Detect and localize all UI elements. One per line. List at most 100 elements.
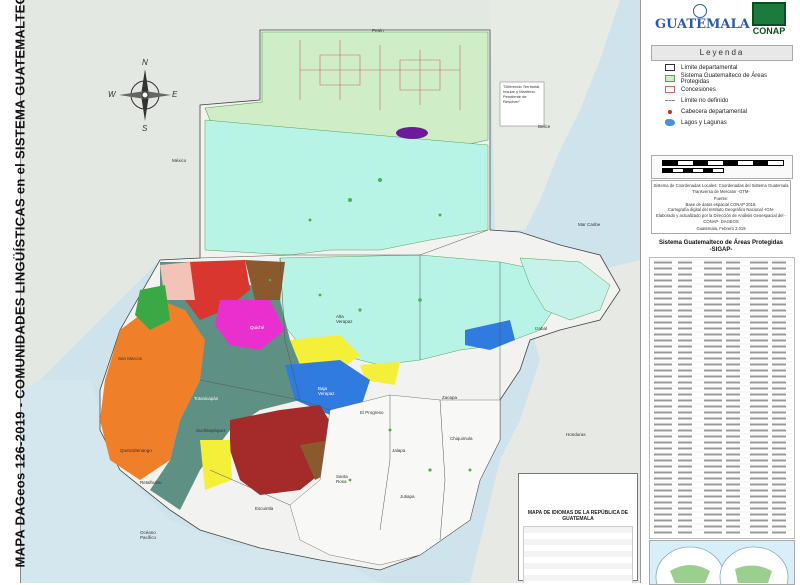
table-cell-text [750, 405, 768, 408]
table-cell-text [704, 495, 722, 498]
table-cell-text [726, 291, 740, 294]
table-cell-text [654, 531, 672, 534]
table-cell-text [704, 423, 722, 426]
source-line5: Elaborado y actualizado por la Dirección… [656, 212, 786, 224]
table-cell-text [750, 477, 768, 480]
table-cell-text [704, 363, 722, 366]
table-cell-text [654, 435, 672, 438]
table-cell-text [772, 405, 786, 408]
table-cell-text [726, 519, 740, 522]
table-cell-text [704, 405, 722, 408]
legend-swatch [665, 86, 675, 93]
table-cell-text [750, 423, 768, 426]
table-cell-text [678, 339, 692, 342]
table-cell-text [654, 279, 672, 282]
table-cell-text [726, 531, 740, 534]
sigap-title-line: Sistema Guatemalteco de Áreas Protegidas [658, 240, 784, 246]
table-cell-text [772, 525, 786, 528]
table-cell-text [678, 471, 692, 474]
table-cell-text [750, 495, 768, 498]
table-cell-text [726, 459, 740, 462]
table-cell-text [654, 345, 672, 348]
table-cell-text [772, 363, 786, 366]
table-cell-text [704, 303, 722, 306]
label-retalhuleu: Retalhuleu [140, 480, 162, 485]
legend-item: Cabecera departamental [651, 106, 791, 117]
table-cell-text [678, 399, 692, 402]
table-cell-text [704, 315, 722, 318]
table-cell-text [772, 483, 786, 486]
table-cell-text [678, 393, 692, 396]
table-cell-text [750, 489, 768, 492]
table-cell-text [726, 369, 740, 372]
label-chiquimula: Chiquimula [450, 436, 473, 441]
table-cell-text [654, 261, 672, 264]
legend-label: Sistema Guatemalteco de Áreas Protegidas [680, 72, 767, 85]
table-cell-text [750, 501, 768, 504]
table-cell-text [704, 297, 722, 300]
table-cell-text [704, 459, 722, 462]
table-cell-text [678, 477, 692, 480]
source-line6: Guatemala, Febrero 2,019 [696, 226, 746, 232]
table-cell-text [750, 399, 768, 402]
inset-title: MAPA DE IDIOMAS DE LA REPÚBLICA DE GUATE… [527, 510, 629, 522]
table-cell-text [704, 345, 722, 348]
table-cell-text [772, 519, 786, 522]
legend-label: Lagos y Lagunas [681, 119, 727, 126]
table-cell-text [704, 333, 722, 336]
table-cell-text [772, 489, 786, 492]
table-cell-text [726, 507, 740, 510]
table-cell-text [704, 435, 722, 438]
table-cell-text [772, 477, 786, 480]
table-cell-text [704, 399, 722, 402]
label-totonicapan: Totonicapán [194, 396, 219, 401]
table-cell-text [726, 303, 740, 306]
table-cell-text [654, 297, 672, 300]
table-cell-text [750, 351, 768, 354]
table-cell-text [750, 411, 768, 414]
table-cell-text [704, 417, 722, 420]
table-cell-text [726, 453, 740, 456]
table-cell-text [772, 423, 786, 426]
table-cell-text [772, 399, 786, 402]
conap-logo: CONAP [747, 2, 791, 36]
table-cell-text [750, 447, 768, 450]
table-cell-text [726, 495, 740, 498]
table-cell-text [750, 333, 768, 336]
table-cell-text [704, 273, 722, 276]
table-cell-text [678, 495, 692, 498]
table-cell-text [654, 489, 672, 492]
table-cell-text [726, 441, 740, 444]
sigap-table-grid [652, 259, 792, 534]
table-cell-text [726, 297, 740, 300]
table-cell-text [772, 513, 786, 516]
table-cell-text [750, 279, 768, 282]
guatemala-logo-text: GUATEMALA [655, 17, 750, 32]
table-cell-text [726, 285, 740, 288]
table-cell-text [772, 309, 786, 312]
table-cell-text [704, 447, 722, 450]
table-cell-text [772, 333, 786, 336]
table-cell-text [704, 267, 722, 270]
table-cell-text [678, 309, 692, 312]
table-cell-text [654, 321, 672, 324]
compass-s: S [142, 124, 148, 133]
table-cell-text [678, 435, 692, 438]
table-cell-text [678, 291, 692, 294]
table-cell-text [772, 435, 786, 438]
table-cell-text [654, 291, 672, 294]
table-cell-text [704, 531, 722, 534]
table-cell-text [704, 489, 722, 492]
table-cell-text [750, 513, 768, 516]
table-cell-text [704, 507, 722, 510]
table-cell-text [704, 453, 722, 456]
legend-item: Concesiones [651, 84, 791, 95]
table-cell-text [750, 375, 768, 378]
table-cell-text [726, 435, 740, 438]
table-cell-text [772, 453, 786, 456]
table-cell-text [654, 417, 672, 420]
table-cell-text [678, 363, 692, 366]
table-cell-text [772, 369, 786, 372]
table-cell-text [654, 309, 672, 312]
inset-table [523, 526, 633, 583]
